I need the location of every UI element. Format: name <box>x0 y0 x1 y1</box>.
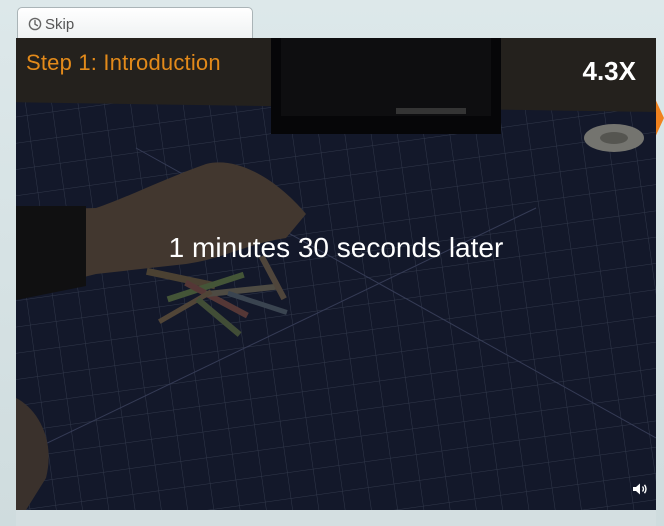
clock-icon <box>28 17 42 31</box>
video-dim-overlay <box>16 38 656 510</box>
time-caption: 1 minutes 30 seconds later <box>168 232 504 263</box>
skip-button[interactable]: Skip <box>28 14 74 34</box>
bottom-bar <box>16 510 656 526</box>
skip-label: Skip <box>45 15 75 33</box>
playback-speed: 4.3X <box>582 56 637 86</box>
step-title: Step 1: Introduction <box>26 50 221 75</box>
video-player[interactable]: Step 1: Introduction 4.3X 1 minutes 30 s… <box>16 38 656 510</box>
speaker-icon[interactable] <box>632 482 648 496</box>
